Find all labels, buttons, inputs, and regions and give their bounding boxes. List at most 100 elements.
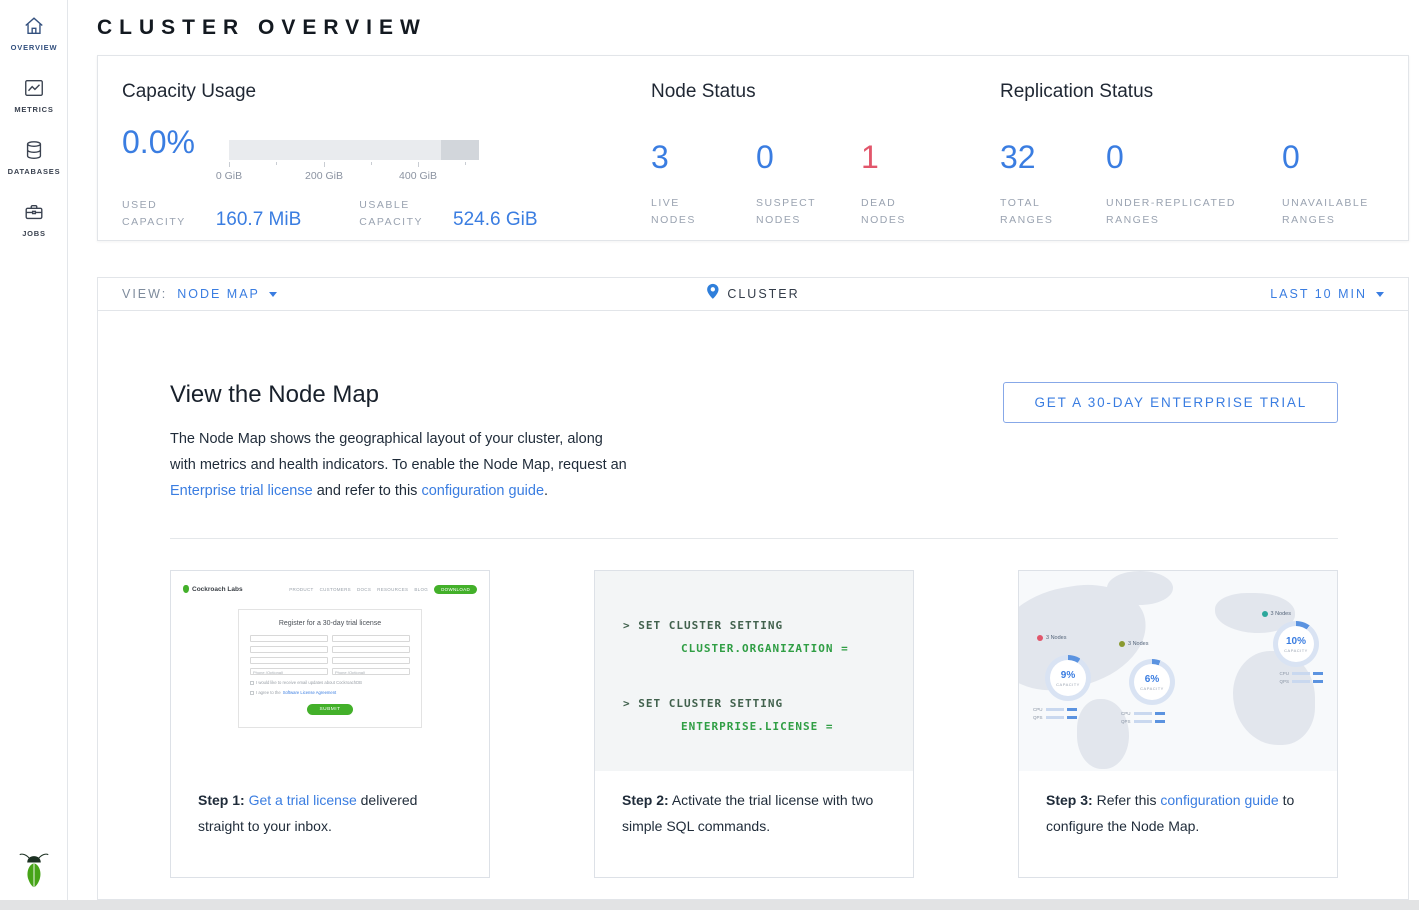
suspect-nodes-label: NODES	[756, 212, 861, 229]
node-status-title: Node Status	[651, 81, 1000, 103]
step1-card: Cockroach Labs PRODUCT CUSTOMERS DOCS RE…	[170, 570, 490, 878]
configuration-guide-link[interactable]: configuration guide	[421, 483, 544, 499]
step2-card: > SET CLUSTER SETTING CLUSTER.ORGANIZATI…	[594, 570, 914, 878]
dead-nodes-label: DEAD	[861, 195, 966, 212]
map-node-group: 3 Nodes	[1037, 635, 1067, 641]
time-range-dropdown[interactable]: LAST 10 MIN	[1270, 287, 1384, 301]
node-map-panel: View the Node Map The Node Map shows the…	[97, 310, 1409, 900]
sql-command: > SET CLUSTER SETTING	[623, 695, 913, 712]
databases-icon	[22, 138, 46, 162]
step1-caption: Step 1: Get a trial license delivered st…	[171, 771, 489, 839]
used-capacity-label: CAPACITY	[122, 214, 186, 231]
sidebar-item-databases[interactable]: DATABASES	[0, 124, 68, 186]
sidebar-item-label: OVERVIEW	[11, 43, 58, 52]
node-group-stats: CPU QPS	[1279, 671, 1323, 684]
checkbox-icon	[250, 681, 254, 685]
description-text: The Node Map shows the geographical layo…	[170, 431, 627, 473]
used-capacity-stat: USED CAPACITY 160.7 MiB	[122, 197, 301, 231]
view-selector-dropdown[interactable]: VIEW: NODE MAP	[122, 287, 277, 301]
sidebar-item-metrics[interactable]: METRICS	[0, 62, 68, 124]
mock-text-field	[250, 635, 328, 642]
sidebar-item-jobs[interactable]: JOBS	[0, 186, 68, 248]
cockroachdb-logo	[19, 851, 49, 894]
live-nodes-label: LIVE	[651, 195, 756, 212]
node-group-dot	[1037, 635, 1043, 641]
mock-updates-checkbox: I would like to receive email updates ab…	[250, 680, 410, 685]
axis-tick-label: 200 GiB	[305, 170, 343, 182]
cockroachlabs-wordmark: Cockroach Labs	[192, 586, 243, 593]
capacity-bar-segment	[441, 140, 479, 160]
node-group-label: 3 Nodes	[1046, 635, 1067, 641]
capacity-label: CAPACITY	[1140, 686, 1164, 691]
mock-nav: PRODUCT CUSTOMERS DOCS RESOURCES BLOG DO…	[289, 585, 477, 594]
capacity-bar-track	[229, 140, 479, 160]
usable-capacity-value: 524.6 GiB	[453, 209, 538, 231]
mock-phone-field: Phone (Optional)	[332, 668, 410, 675]
breadcrumb-label: CLUSTER	[727, 287, 799, 301]
usable-capacity-label: USABLE	[359, 197, 423, 214]
suspect-nodes-label: SUSPECT	[756, 195, 861, 212]
under-replicated-ranges-stat: 0 UNDER-REPLICATED RANGES	[1106, 137, 1282, 229]
qps-label: QPS	[1279, 679, 1289, 684]
used-capacity-value: 160.7 MiB	[216, 209, 302, 231]
capacity-donut: 6% CAPACITY	[1129, 659, 1175, 705]
cluster-summary-card: Capacity Usage 0.0%	[97, 55, 1409, 241]
capacity-percent: 0.0%	[122, 124, 229, 160]
description-text: .	[544, 483, 548, 499]
mock-download-button: DOWNLOAD	[434, 585, 477, 594]
enterprise-trial-license-link[interactable]: Enterprise trial license	[170, 483, 313, 499]
usable-capacity-stat: USABLE CAPACITY 524.6 GiB	[359, 197, 537, 231]
dead-nodes-label: NODES	[861, 212, 966, 229]
sidebar-item-label: METRICS	[14, 105, 53, 114]
mock-nav-item: PRODUCT	[289, 587, 313, 592]
sql-commands-block: > SET CLUSTER SETTING CLUSTER.ORGANIZATI…	[595, 571, 913, 771]
mock-text-field	[250, 646, 328, 653]
cockroachlabs-logo: Cockroach Labs	[183, 585, 243, 593]
capacity-donut: 9% CAPACITY	[1045, 655, 1091, 701]
under-replicated-ranges-label: UNDER-REPLICATED	[1106, 195, 1282, 212]
capacity-label: CAPACITY	[1056, 682, 1080, 687]
qps-label: QPS	[1121, 719, 1131, 724]
node-map-preview: 3 Nodes 9% CAPACITY CPU QPS	[1019, 571, 1337, 771]
divider	[170, 538, 1338, 539]
capacity-donut: 10% CAPACITY	[1273, 621, 1319, 667]
map-node-group: 3 Nodes	[1119, 641, 1149, 647]
cpu-label: CPU	[1279, 671, 1289, 676]
page-title: CLUSTER OVERVIEW	[97, 14, 1409, 42]
node-group-stats: CPU QPS	[1121, 711, 1165, 724]
map-node-group: 3 Nodes	[1262, 611, 1292, 617]
mock-nav-item: CUSTOMERS	[320, 587, 351, 592]
replication-status-title: Replication Status	[1000, 81, 1384, 103]
used-capacity-label: USED	[122, 197, 186, 214]
step3-text: Refer this	[1097, 792, 1157, 808]
chevron-down-icon	[269, 292, 277, 297]
get-trial-license-link[interactable]: Get a trial license	[249, 792, 357, 808]
mock-nav-item: RESOURCES	[377, 587, 408, 592]
configuration-guide-link[interactable]: configuration guide	[1160, 792, 1278, 808]
capacity-percent: 9%	[1061, 670, 1075, 681]
location-pin-icon	[706, 283, 719, 305]
step3-card: 3 Nodes 9% CAPACITY CPU QPS	[1018, 570, 1338, 878]
sql-setting: CLUSTER.ORGANIZATION =	[681, 640, 913, 657]
capacity-percent: 6%	[1145, 674, 1159, 685]
map-continent	[1077, 699, 1129, 769]
jobs-icon	[22, 200, 46, 224]
suspect-nodes-value: 0	[756, 137, 861, 177]
usable-capacity-label: CAPACITY	[359, 214, 423, 231]
cockroachlabs-bug-icon	[183, 585, 189, 593]
mock-form-title: Register for a 30-day trial license	[250, 620, 410, 627]
node-map-description: The Node Map shows the geographical layo…	[170, 426, 632, 504]
mock-text-field	[332, 635, 410, 642]
capacity-bar-chart: 0 GiB 200 GiB 400 GiB	[229, 140, 479, 184]
main-content: CLUSTER OVERVIEW Capacity Usage 0.0%	[68, 0, 1419, 910]
qps-label: QPS	[1033, 715, 1043, 720]
steps-row: Cockroach Labs PRODUCT CUSTOMERS DOCS RE…	[170, 570, 1338, 878]
mock-check-label: I would like to receive email updates ab…	[256, 680, 362, 685]
node-group-label: 3 Nodes	[1128, 641, 1149, 647]
capacity-usage-section: Capacity Usage 0.0%	[122, 81, 651, 240]
sidebar-item-overview[interactable]: OVERVIEW	[0, 0, 68, 62]
cluster-breadcrumb[interactable]: CLUSTER	[706, 283, 799, 305]
page-bottom-strip	[0, 900, 1419, 910]
enterprise-trial-button[interactable]: GET A 30-DAY ENTERPRISE TRIAL	[1003, 382, 1338, 423]
home-icon	[22, 14, 46, 38]
